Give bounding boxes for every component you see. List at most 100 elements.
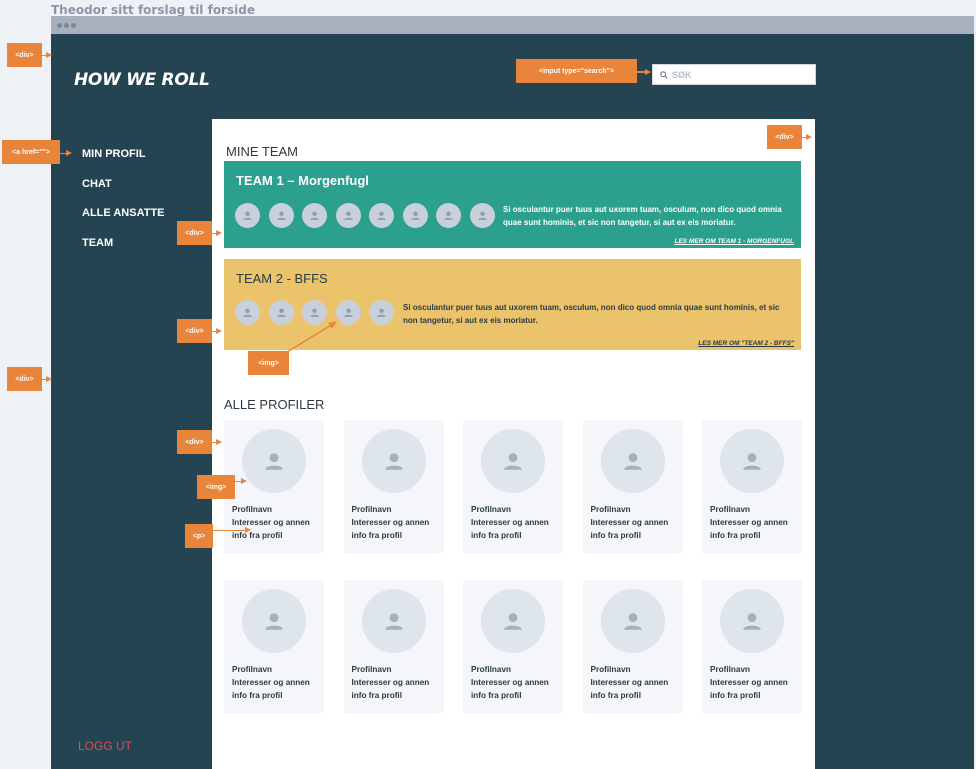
annotation-arrow-head <box>46 52 52 58</box>
profile-name: Profilnavn <box>351 505 392 514</box>
app-frame: HOW WE ROLL MIN PROFIL CHAT ALLE ANSATTE… <box>51 34 974 769</box>
profile-name: Profilnavn <box>590 665 631 674</box>
person-icon <box>504 613 522 630</box>
main-content: MINE TEAM TEAM 1 – Morgenfugl Si osculan… <box>212 119 815 769</box>
profile-card[interactable]: Profilnavn Interesser og annen info fra p… <box>702 420 802 553</box>
profile-card[interactable]: Profilnavn Interesser og annen info fra p… <box>224 580 324 713</box>
member-avatar[interactable] <box>402 203 428 228</box>
profile-text: Profilnavn Interesser og annen info fra p… <box>232 503 322 542</box>
profile-avatar <box>720 429 784 493</box>
team-name: TEAM 2 - BFFS <box>236 271 328 286</box>
profile-text: Profilnavn Interesser og annen info fra p… <box>352 503 442 542</box>
nav-item-chat[interactable]: CHAT <box>82 178 165 208</box>
person-icon <box>310 308 319 317</box>
person-icon <box>276 211 286 220</box>
profile-info: Interesser og annen info fra profil <box>351 678 430 700</box>
profile-avatar <box>361 429 426 493</box>
person-icon <box>477 211 487 220</box>
my-teams-title: MINE TEAM <box>226 144 298 159</box>
person-icon <box>444 211 453 220</box>
profile-card[interactable]: Profilnavn Interesser og annen info fra p… <box>343 580 444 713</box>
person-icon <box>265 453 283 470</box>
window-dot <box>57 23 62 28</box>
profile-name: Profilnavn <box>471 665 512 674</box>
annotation-arrow-head <box>66 150 72 156</box>
profile-info: Interesser og annen info fra profil <box>710 518 788 540</box>
profile-card[interactable]: Profilnavn Interesser og annen info fra p… <box>463 580 563 713</box>
annotation-p: <p> <box>185 524 213 548</box>
member-avatar[interactable] <box>369 203 394 228</box>
annotation-div: <div> <box>767 125 802 149</box>
profile-text: Profilnavn Interesser og annen info fra p… <box>591 663 681 702</box>
member-avatar[interactable] <box>469 203 495 228</box>
team-name: TEAM 1 – Morgenfugl <box>236 173 369 188</box>
profile-text: Profilnavn Interesser og annen info fra p… <box>710 503 800 542</box>
profile-card[interactable]: Profilnavn Interesser og annen info fra p… <box>463 420 563 553</box>
profile-card[interactable]: Profilnavn Interesser og annen info fra p… <box>702 580 802 713</box>
profile-info: Interesser og annen info fra profil <box>351 518 430 540</box>
annotation-arrow-head <box>241 478 247 484</box>
person-icon <box>243 308 252 317</box>
profile-avatar <box>481 429 545 493</box>
nav-item-min-profil[interactable]: MIN PROFIL <box>82 148 165 178</box>
team-card[interactable]: TEAM 1 – Morgenfugl Si osculantur puer t… <box>224 161 801 248</box>
window-dot <box>71 23 76 28</box>
annotation-img: <img> <box>197 475 235 499</box>
profile-card[interactable]: Profilnavn Interesser og annen info fra p… <box>224 420 324 553</box>
person-icon <box>343 211 353 220</box>
member-avatar[interactable] <box>436 203 461 228</box>
profile-name: Profilnavn <box>710 665 751 674</box>
nav-item-team[interactable]: TEAM <box>82 237 165 267</box>
annotation-input: <input type="search"> <box>516 59 637 83</box>
profile-text: Profilnavn Interesser og annen info fra p… <box>232 663 322 702</box>
search-field[interactable] <box>652 64 816 85</box>
person-icon <box>743 453 761 470</box>
annotation-arrow <box>213 529 245 531</box>
member-avatar[interactable] <box>302 203 327 228</box>
person-icon <box>276 308 286 317</box>
profile-grid: Profilnavn Interesser og annen info fra p… <box>224 420 802 713</box>
logout-link[interactable]: LOGG UT <box>78 739 132 753</box>
annotation-arrow-head <box>245 527 251 533</box>
profile-card[interactable]: Profilnavn Interesser og annen info fra p… <box>582 580 683 713</box>
team-more-link[interactable]: LES MER OM TEAM 1 - MORGENFUGL <box>674 238 794 245</box>
member-avatar[interactable] <box>235 203 260 228</box>
profile-name: Profilnavn <box>351 665 392 674</box>
side-nav: MIN PROFIL CHAT ALLE ANSATTE TEAM <box>82 148 165 266</box>
profile-text: Profilnavn Interesser og annen info fra p… <box>471 503 561 542</box>
annotation-div: <div> <box>7 367 42 391</box>
person-icon <box>310 211 319 220</box>
team-more-link[interactable]: LES MER OM "TEAM 2 - BFFS" <box>698 340 794 347</box>
profile-avatar <box>720 589 784 653</box>
profile-avatar <box>600 589 665 653</box>
person-icon <box>623 453 642 470</box>
person-icon <box>743 613 761 630</box>
profile-name: Profilnavn <box>590 505 631 514</box>
profile-info: Interesser og annen info fra profil <box>471 518 549 540</box>
search-input[interactable] <box>672 69 802 80</box>
profile-card[interactable]: Profilnavn Interesser og annen info fra p… <box>582 420 683 553</box>
window-dot <box>64 23 69 28</box>
profile-avatar <box>600 429 665 493</box>
profile-card[interactable]: Profilnavn Interesser og annen info fra p… <box>343 420 444 553</box>
person-icon <box>384 453 403 470</box>
member-avatar[interactable] <box>335 203 361 228</box>
profile-info: Interesser og annen info fra profil <box>590 518 669 540</box>
window-bar <box>51 16 974 34</box>
profile-avatar <box>481 589 545 653</box>
team-description: Si osculantur puer tuus aut uxorem tuam,… <box>403 303 780 325</box>
person-icon <box>410 211 420 220</box>
profile-name: Profilnavn <box>232 505 273 514</box>
person-icon <box>243 211 252 220</box>
member-avatar[interactable] <box>369 300 394 325</box>
profile-text: Profilnavn Interesser og annen info fra p… <box>710 663 800 702</box>
member-avatar[interactable] <box>235 300 260 325</box>
annotation-div: <div> <box>177 221 212 245</box>
person-icon <box>623 613 642 630</box>
search-icon <box>660 70 668 79</box>
profile-info: Interesser og annen info fra profil <box>232 678 310 700</box>
annotation-arrow <box>286 321 337 353</box>
member-avatar[interactable] <box>268 203 294 228</box>
profile-name: Profilnavn <box>232 665 273 674</box>
nav-item-alle-ansatte[interactable]: ALLE ANSATTE <box>82 207 165 237</box>
